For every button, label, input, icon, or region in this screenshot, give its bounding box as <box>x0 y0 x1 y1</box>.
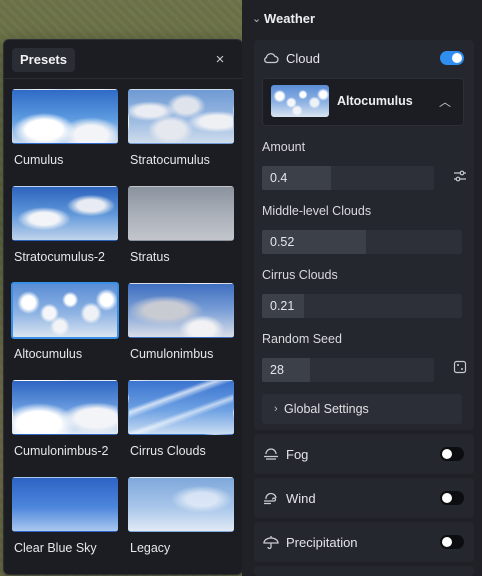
chevron-right-icon: › <box>274 403 278 415</box>
preset-thumbnail <box>128 380 234 435</box>
cirrus-clouds-slider[interactable]: 0.21 <box>262 294 462 318</box>
close-icon[interactable]: × <box>212 52 228 68</box>
wind-title: Wind <box>286 491 316 506</box>
preset-label: Cirrus Clouds <box>130 444 206 458</box>
precipitation-toggle[interactable] <box>440 535 464 549</box>
wind-icon <box>262 490 280 506</box>
wind-section: Wind <box>254 478 474 518</box>
wind-toggle[interactable] <box>440 491 464 505</box>
fog-header: Fog <box>254 434 474 474</box>
weather-header[interactable]: ⌄ Weather <box>242 0 482 38</box>
preset-label: Clear Blue Sky <box>14 541 97 555</box>
preset-label: Legacy <box>130 541 171 555</box>
presets-panel: Presets × Cumulus Stratocumulus Stratocumu… <box>3 39 243 575</box>
cloud-toggle[interactable] <box>440 51 464 65</box>
preset-label: Cumulonimbus <box>130 347 214 361</box>
preset-thumbnail <box>128 89 234 144</box>
preset-item[interactable]: Stratus <box>128 186 234 266</box>
sliders-settings-icon[interactable] <box>450 168 470 188</box>
toggle-knob <box>442 537 452 547</box>
preset-label: Cumulus <box>14 153 64 167</box>
preset-item[interactable]: Altocumulus <box>11 282 119 363</box>
weather-title: Weather <box>264 11 316 26</box>
cirrus-clouds-label: Cirrus Clouds <box>262 268 338 282</box>
selected-preset-thumbnail <box>271 85 329 117</box>
preset-label: Stratus <box>130 250 170 264</box>
preset-label: Altocumulus <box>14 347 83 361</box>
toggle-knob <box>442 493 452 503</box>
preset-thumbnail <box>128 477 234 532</box>
preset-item[interactable]: Cumulonimbus-2 <box>12 380 118 460</box>
amount-slider[interactable]: 0.4 <box>262 166 434 190</box>
preset-label: Stratocumulus <box>130 153 210 167</box>
preset-item[interactable]: Cumulus <box>12 89 118 169</box>
cloud-title: Cloud <box>286 51 320 66</box>
toggle-knob <box>452 53 462 63</box>
next-section <box>254 566 474 576</box>
random-seed-value: 28 <box>270 363 284 377</box>
precipitation-title: Precipitation <box>286 535 358 550</box>
random-seed-slider[interactable]: 28 <box>262 358 434 382</box>
preset-thumbnail <box>12 477 118 532</box>
fog-toggle[interactable] <box>440 447 464 461</box>
preset-item[interactable]: Legacy <box>128 477 234 557</box>
amount-label: Amount <box>262 140 306 154</box>
preset-thumbnail <box>12 89 118 144</box>
preset-thumbnail <box>128 186 234 241</box>
cirrus-clouds-value: 0.21 <box>270 299 295 313</box>
cloud-header: Cloud <box>254 40 474 76</box>
preset-thumbnail <box>128 283 234 338</box>
preset-thumbnail <box>11 282 119 339</box>
fog-title: Fog <box>286 447 309 462</box>
preset-item[interactable]: Stratocumulus-2 <box>12 186 118 266</box>
toggle-knob <box>442 449 452 459</box>
weather-panel: ⌄ Weather Cloud Altocumulus ︿ Amount 0.4… <box>242 0 482 576</box>
divider <box>4 78 242 79</box>
cloud-preset-select[interactable]: Altocumulus ︿ <box>262 78 464 126</box>
presets-header: Presets × <box>4 40 242 80</box>
precipitation-section: Precipitation <box>254 522 474 562</box>
middle-clouds-label: Middle-level Clouds <box>262 204 372 218</box>
umbrella-icon <box>262 534 280 550</box>
dice-icon[interactable] <box>450 360 470 380</box>
chevron-down-icon: ⌄ <box>252 13 262 25</box>
selected-preset-label: Altocumulus <box>337 94 413 108</box>
chevron-up-icon: ︿ <box>438 95 451 109</box>
preset-item[interactable]: Clear Blue Sky <box>12 477 118 557</box>
preset-item[interactable]: Cumulonimbus <box>128 283 234 363</box>
cloud-section: Cloud Altocumulus ︿ Amount 0.4 Middle-le… <box>254 40 474 430</box>
preset-item[interactable]: Cirrus Clouds <box>128 380 234 460</box>
fog-section: Fog <box>254 434 474 474</box>
presets-title: Presets <box>12 48 75 72</box>
amount-value: 0.4 <box>270 171 288 185</box>
precipitation-header: Precipitation <box>254 522 474 562</box>
global-settings-label: Global Settings <box>284 402 369 416</box>
preset-label: Cumulonimbus-2 <box>14 444 109 458</box>
fog-icon <box>262 446 280 462</box>
middle-clouds-slider[interactable]: 0.52 <box>262 230 462 254</box>
random-seed-label: Random Seed <box>262 332 342 346</box>
middle-clouds-value: 0.52 <box>270 235 295 249</box>
cloud-icon <box>262 50 280 66</box>
preset-thumbnail <box>12 186 118 241</box>
preset-thumbnail <box>12 380 118 435</box>
global-settings-expander[interactable]: › Global Settings <box>262 394 462 424</box>
preset-label: Stratocumulus-2 <box>14 250 106 264</box>
preset-item[interactable]: Stratocumulus <box>128 89 234 169</box>
wind-header: Wind <box>254 478 474 518</box>
